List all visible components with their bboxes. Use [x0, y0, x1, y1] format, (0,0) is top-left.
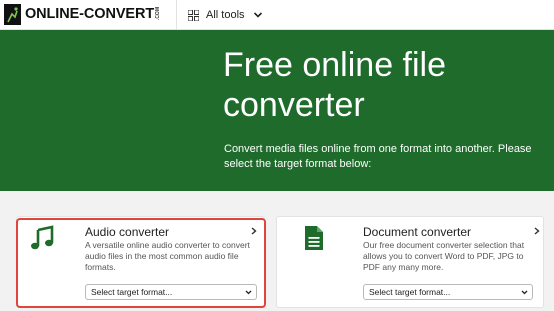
hero-banner: Free online file converter Convert media…: [0, 30, 554, 191]
select-value: Select target format...: [369, 287, 451, 297]
music-note-icon: [31, 225, 54, 250]
logo-suffix: .COM: [155, 7, 162, 21]
audio-converter-title[interactable]: Audio converter: [85, 225, 169, 239]
chevron-down-icon: [521, 290, 528, 295]
chevron-down-icon: [253, 12, 262, 18]
document-converter-description: Our free document converter selection th…: [363, 240, 525, 272]
document-converter-card[interactable]: Document converter Our free document con…: [276, 216, 544, 308]
site-logo[interactable]: ONLINE-CONVERT .COM: [4, 2, 161, 26]
audio-target-format-select[interactable]: Select target format...: [85, 284, 257, 300]
select-value: Select target format...: [91, 287, 173, 297]
chevron-right-icon[interactable]: [533, 227, 541, 235]
audio-converter-description: A versatile online audio converter to co…: [85, 240, 250, 272]
all-tools-menu[interactable]: All tools: [188, 6, 263, 24]
grid-icon: [188, 9, 199, 21]
page-title: Free online file converter: [223, 46, 447, 124]
chevron-right-icon[interactable]: [250, 227, 258, 235]
all-tools-label: All tools: [206, 9, 245, 21]
document-target-format-select[interactable]: Select target format...: [363, 284, 533, 300]
top-bar: ONLINE-CONVERT .COM All tools: [0, 0, 554, 30]
document-icon: [305, 226, 323, 250]
logo-text: ONLINE-CONVERT: [25, 6, 155, 22]
document-converter-title[interactable]: Document converter: [363, 225, 471, 239]
hero-subtitle: Convert media files online from one form…: [224, 143, 532, 170]
chevron-down-icon: [245, 290, 252, 295]
header-divider: [176, 0, 177, 30]
audio-converter-card[interactable]: Audio converter A versatile online audio…: [16, 216, 265, 308]
logo-icon: [4, 3, 21, 25]
